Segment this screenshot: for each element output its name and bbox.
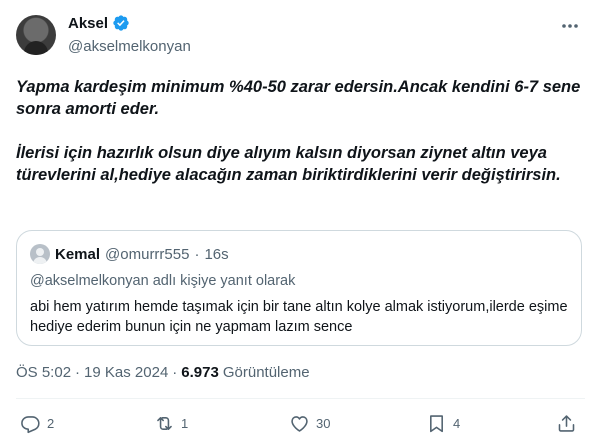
verified-badge-icon[interactable] xyxy=(112,14,130,32)
like-button[interactable]: 30 xyxy=(289,410,330,436)
views-count: 6.973 xyxy=(181,364,219,381)
repost-icon xyxy=(157,416,172,430)
author-name-row: Aksel xyxy=(68,14,130,32)
meta-separator: · xyxy=(75,364,81,381)
reply-count: 2 xyxy=(47,415,55,431)
more-options-icon[interactable] xyxy=(559,16,581,36)
heart-icon xyxy=(291,415,308,432)
quoted-author-avatar xyxy=(30,244,50,264)
author-handle[interactable]: @akselmelkonyan xyxy=(68,38,191,55)
share-icon xyxy=(558,414,575,432)
tweet-paragraph-2: İlerisi için hazırlık olsun diye alıyım … xyxy=(16,144,561,184)
quoted-separator: · xyxy=(194,245,200,263)
quoted-reply-context: @akselmelkonyan adlı kişiye yanıt olarak xyxy=(30,273,296,289)
reply-button[interactable]: 2 xyxy=(20,410,54,436)
views-label: Görüntüleme xyxy=(222,364,310,381)
quoted-author-name: Kemal xyxy=(55,245,101,263)
action-bar: 2 1 30 4 xyxy=(16,410,585,436)
repost-count: 1 xyxy=(181,415,189,431)
bookmark-icon xyxy=(430,414,443,432)
tweet-text: Yapma kardeşim minimum %40-50 zarar eder… xyxy=(16,76,582,186)
tweet-date[interactable]: 19 Kas 2024 xyxy=(84,364,168,381)
tweet-meta: ÖS 5:02 · 19 Kas 2024 · 6.973 Görüntülem… xyxy=(16,364,310,381)
quoted-tweet-header: Kemal @omurrr555 · 16s xyxy=(30,244,229,264)
repost-button[interactable]: 1 xyxy=(154,410,188,436)
quoted-tweet-text: abi hem yatırım hemde taşımak için bir t… xyxy=(30,299,568,335)
quoted-timestamp: 16s xyxy=(204,245,229,263)
reply-icon xyxy=(21,415,40,433)
like-count: 30 xyxy=(316,415,331,431)
author-avatar[interactable] xyxy=(16,15,56,55)
quoted-author-handle: @omurrr555 xyxy=(105,245,190,263)
meta-separator: · xyxy=(172,364,178,381)
bookmark-button[interactable]: 4 xyxy=(426,410,460,436)
author-display-name[interactable]: Aksel xyxy=(68,15,108,32)
share-button[interactable] xyxy=(556,410,577,436)
divider xyxy=(16,398,585,399)
tweet-header: Aksel @akselmelkonyan xyxy=(16,12,585,60)
tweet-paragraph-1: Yapma kardeşim minimum %40-50 zarar eder… xyxy=(16,78,581,118)
bookmark-count: 4 xyxy=(453,415,461,431)
tweet-time[interactable]: ÖS 5:02 xyxy=(16,364,71,381)
quoted-tweet-card[interactable]: Kemal @omurrr555 · 16s @akselmelkonyan a… xyxy=(16,230,582,346)
